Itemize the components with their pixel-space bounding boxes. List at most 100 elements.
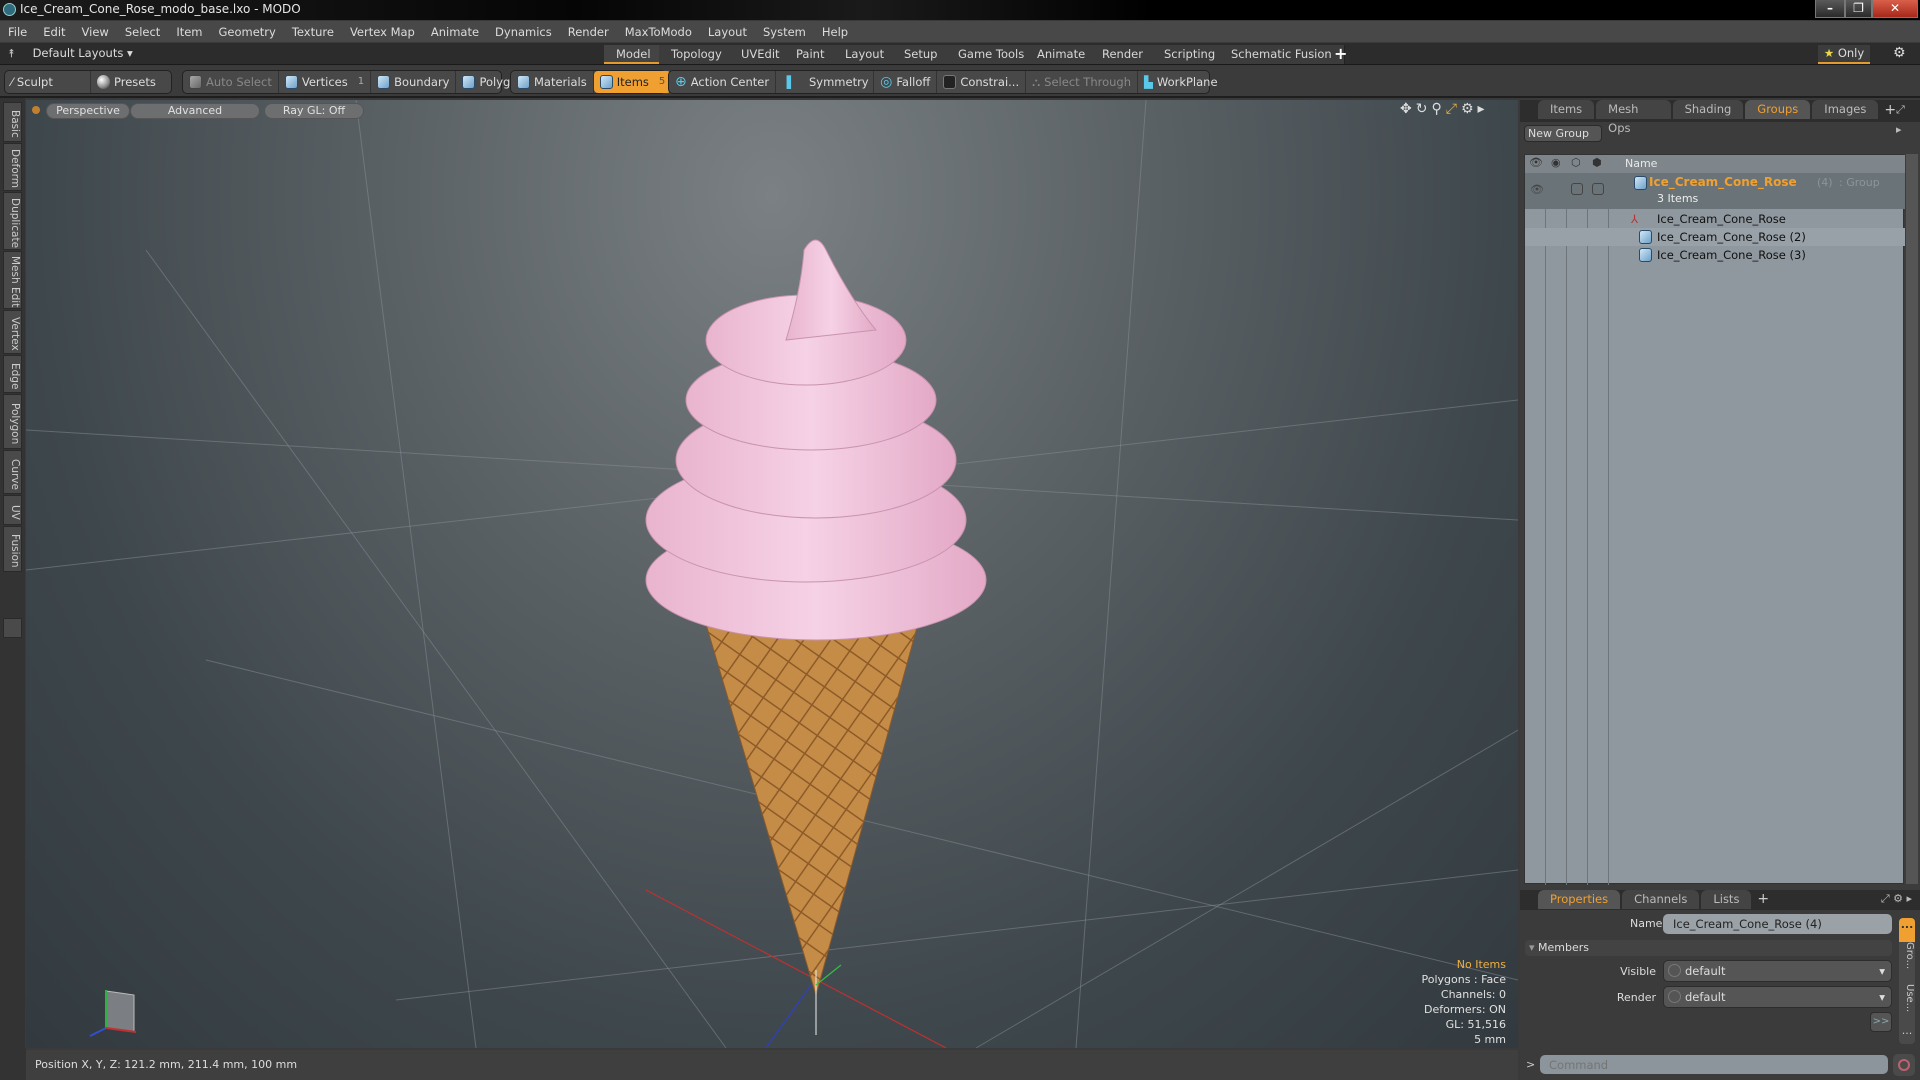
view-mode-button[interactable]: Perspective bbox=[46, 103, 130, 119]
menu-item[interactable]: Item bbox=[168, 21, 210, 43]
3d-viewport[interactable]: Perspective Advanced Ray GL: Off ✥↻⚲⤢⚙▸ … bbox=[26, 100, 1518, 1048]
command-input[interactable] bbox=[1540, 1055, 1888, 1074]
tab-images[interactable]: Images bbox=[1812, 100, 1879, 119]
raygl-button[interactable]: Ray GL: Off bbox=[264, 103, 364, 119]
collapse-tab[interactable] bbox=[3, 618, 22, 638]
name-column-header[interactable]: Name bbox=[1625, 157, 1657, 170]
rotate-icon[interactable]: ↻ bbox=[1416, 101, 1432, 117]
add-properties-tab[interactable]: + bbox=[1757, 890, 1769, 910]
menu-view[interactable]: View bbox=[74, 21, 117, 43]
members-section[interactable]: ▾ Members bbox=[1525, 940, 1892, 956]
tab-scripting[interactable]: Scripting bbox=[1152, 45, 1229, 64]
vertices-button[interactable]: Vertices 1 bbox=[279, 71, 372, 93]
workplane-button[interactable]: ▙ WorkPlane bbox=[1138, 71, 1224, 93]
side-tab-more[interactable]: ... bbox=[1899, 1024, 1915, 1044]
shading-mode-button[interactable]: Advanced bbox=[130, 103, 260, 119]
menu-render[interactable]: Render bbox=[560, 21, 617, 43]
menu-layout[interactable]: Layout bbox=[700, 21, 755, 43]
new-group-button[interactable]: New Group bbox=[1524, 125, 1602, 142]
layouts-dropdown[interactable]: ⯭ Default Layouts ▾ bbox=[8, 46, 133, 61]
lock-column-icon[interactable]: ⬡ bbox=[1571, 156, 1581, 169]
boundary-button[interactable]: Boundary bbox=[371, 71, 457, 93]
auto-select-button[interactable]: Auto Select bbox=[183, 71, 279, 93]
symmetry-button[interactable]: ▐ Symmetry bbox=[776, 71, 875, 93]
tab-mesh-edit[interactable]: Mesh Edit bbox=[3, 251, 22, 309]
visibility-column-icon[interactable]: 👁 bbox=[1529, 156, 1543, 169]
record-button[interactable] bbox=[1893, 1054, 1915, 1076]
menu-help[interactable]: Help bbox=[814, 21, 856, 43]
properties-settings-icon[interactable]: ⤢ ⚙ ▸ bbox=[1881, 890, 1912, 910]
tab-game-tools[interactable]: Game Tools bbox=[946, 45, 1038, 64]
only-button[interactable]: ★ Only bbox=[1818, 45, 1870, 64]
visible-radio[interactable] bbox=[1668, 964, 1681, 977]
presets-button[interactable]: Presets bbox=[91, 71, 162, 93]
menu-maxtomodo[interactable]: MaxToModo bbox=[617, 21, 700, 43]
group-visibility-icon[interactable]: 👁 bbox=[1530, 183, 1544, 196]
zoom-icon[interactable]: ⚲ bbox=[1431, 101, 1445, 117]
tab-render[interactable]: Render bbox=[1090, 45, 1156, 64]
side-tab-group[interactable]: Gro... bbox=[1899, 942, 1915, 984]
restore-button[interactable]: ❐ bbox=[1845, 0, 1872, 18]
group-select-toggle[interactable] bbox=[1592, 183, 1604, 195]
tab-paint[interactable]: Paint bbox=[784, 45, 838, 64]
add-panel-tab[interactable]: + bbox=[1884, 100, 1896, 122]
tab-channels[interactable]: Channels bbox=[1622, 890, 1700, 909]
select-through-button[interactable]: ⛬ Select Through bbox=[1026, 71, 1139, 93]
tab-lists[interactable]: Lists bbox=[1701, 890, 1752, 909]
action-center-button[interactable]: ⊕ Action Center bbox=[669, 71, 777, 93]
tab-topology[interactable]: Topology bbox=[659, 45, 735, 64]
tab-model[interactable]: Model bbox=[604, 45, 664, 64]
tab-fusion[interactable]: Fusion bbox=[3, 526, 22, 572]
add-tab-button[interactable]: + bbox=[1334, 44, 1347, 63]
tab-duplicate[interactable]: Duplicate bbox=[3, 192, 22, 250]
tab-edge[interactable]: Edge bbox=[3, 355, 22, 393]
name-field[interactable]: Ice_Cream_Cone_Rose (4) bbox=[1663, 914, 1892, 934]
gear-icon[interactable]: ⚙ bbox=[1893, 45, 1906, 61]
tab-curve[interactable]: Curve bbox=[3, 450, 22, 494]
menu-dynamics[interactable]: Dynamics bbox=[487, 21, 560, 43]
minimize-button[interactable]: – bbox=[1815, 0, 1845, 18]
items-button[interactable]: Items 5 bbox=[593, 71, 672, 93]
constraints-button[interactable]: Constrai... bbox=[937, 71, 1027, 93]
select-column-icon[interactable]: ⬢ bbox=[1592, 156, 1602, 169]
falloff-button[interactable]: ◎ Falloff bbox=[874, 71, 938, 93]
tab-shading[interactable]: Shading bbox=[1672, 100, 1744, 119]
sculpt-button[interactable]: ⁄ Sculpt bbox=[5, 71, 91, 93]
list-item[interactable]: Ice_Cream_Cone_Rose (2) bbox=[1525, 228, 1905, 246]
menu-vertex-map[interactable]: Vertex Map bbox=[342, 21, 423, 43]
tab-properties[interactable]: Properties bbox=[1538, 890, 1621, 909]
groups-scrollbar[interactable] bbox=[1906, 154, 1918, 884]
menu-select[interactable]: Select bbox=[117, 21, 168, 43]
group-lock-toggle[interactable] bbox=[1571, 183, 1583, 195]
menu-geometry[interactable]: Geometry bbox=[211, 21, 284, 43]
panel-maximize-icon[interactable]: ⤢ ▸ bbox=[1896, 100, 1912, 136]
tab-setup[interactable]: Setup bbox=[892, 45, 951, 64]
render-radio[interactable] bbox=[1668, 990, 1681, 1003]
menu-animate[interactable]: Animate bbox=[423, 21, 487, 43]
materials-button[interactable]: Materials bbox=[511, 71, 594, 93]
tab-basic[interactable]: Basic bbox=[3, 102, 22, 142]
side-tab-menu[interactable]: ... bbox=[1899, 918, 1915, 942]
menu-texture[interactable]: Texture bbox=[284, 21, 342, 43]
close-button[interactable]: ✕ bbox=[1872, 0, 1918, 18]
tab-mesh-ops[interactable]: Mesh Ops bbox=[1596, 100, 1671, 135]
visible-dropdown[interactable]: default ▾ bbox=[1663, 960, 1892, 982]
tab-vertex[interactable]: Vertex bbox=[3, 310, 22, 354]
tab-schematic-fusion[interactable]: Schematic Fusion bbox=[1219, 45, 1345, 64]
group-row[interactable]: 👁 Ice_Cream_Cone_Rose (4) : Group 3 Item… bbox=[1525, 173, 1905, 209]
list-item[interactable]: ⅄ Ice_Cream_Cone_Rose bbox=[1525, 210, 1905, 228]
menu-edit[interactable]: Edit bbox=[35, 21, 73, 43]
menu-file[interactable]: File bbox=[0, 21, 35, 43]
viewport-menu-dot[interactable] bbox=[32, 106, 40, 114]
list-item[interactable]: Ice_Cream_Cone_Rose (3) bbox=[1525, 246, 1905, 264]
tab-polygon[interactable]: Polygon bbox=[3, 394, 22, 449]
viewport-settings-icon[interactable]: ⚙ bbox=[1461, 101, 1478, 117]
tab-animate[interactable]: Animate bbox=[1025, 45, 1099, 64]
tab-uv[interactable]: UV bbox=[3, 495, 22, 525]
tab-layout[interactable]: Layout bbox=[833, 45, 898, 64]
tab-groups[interactable]: Groups bbox=[1745, 100, 1811, 119]
expand-arrow-icon[interactable]: ▸ bbox=[1478, 101, 1489, 117]
tab-items[interactable]: Items bbox=[1538, 100, 1595, 119]
render-column-icon[interactable]: ◉ bbox=[1551, 156, 1561, 169]
more-button[interactable]: >> bbox=[1870, 1012, 1892, 1032]
